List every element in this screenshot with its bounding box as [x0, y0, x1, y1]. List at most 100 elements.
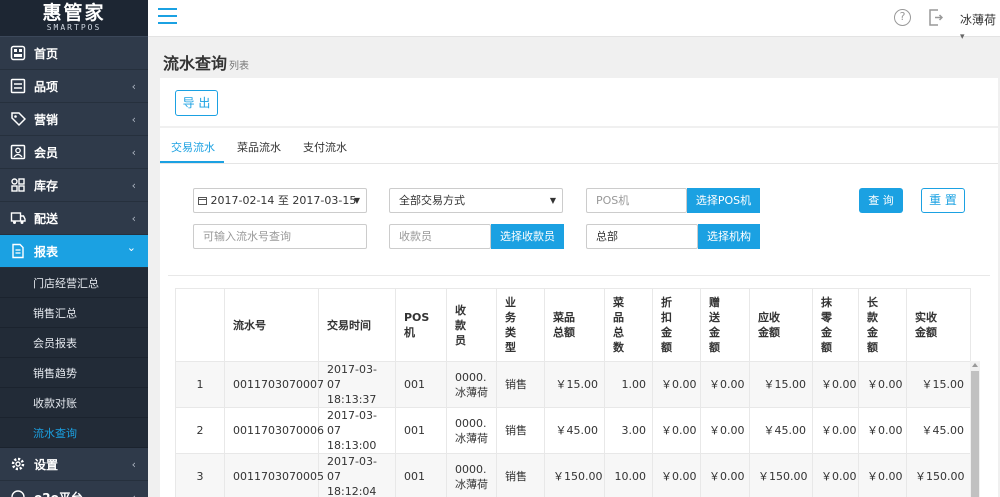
- pos-input[interactable]: POS机: [586, 188, 687, 213]
- user-menu[interactable]: 冰薄荷 ▾: [960, 11, 1000, 42]
- column-header[interactable]: 收款员: [446, 288, 497, 362]
- sidebar-item-delivery[interactable]: 配送 ‹: [0, 202, 148, 235]
- select-cashier-button[interactable]: 选择收款员: [491, 224, 564, 249]
- sidebar-item-label: o2o平台: [34, 489, 83, 497]
- chevron-left-icon: ‹: [132, 491, 136, 497]
- sidebar: 惠管家 SMARTPOS 首页 品项 ‹ 营销 ‹ 会员 ‹ 库存 ‹ 配送 ‹…: [0, 0, 148, 497]
- cell-gift: ￥0.00: [700, 453, 750, 497]
- cell-dish-count: 10.00: [604, 453, 653, 497]
- sidebar-item-label: 设置: [34, 457, 59, 472]
- table-row[interactable]: 2 0011703070006 2017-03-07 18:13:00 001 …: [175, 407, 971, 454]
- scroll-up-arrow-icon[interactable]: [972, 363, 978, 367]
- sidebar-item-home[interactable]: 首页: [0, 37, 148, 70]
- select-organization-button[interactable]: 选择机构: [698, 224, 760, 249]
- chevron-left-icon: ‹: [131, 179, 136, 192]
- organization-input[interactable]: 总部: [586, 224, 698, 249]
- column-header[interactable]: 长款金额: [858, 288, 907, 362]
- page-subtitle: 列表: [229, 61, 249, 72]
- cashier-input[interactable]: 收款员: [389, 224, 491, 249]
- sidebar-subitem-reconciliation[interactable]: 收款对账: [0, 388, 148, 418]
- flow-table-container: 流水号 交易时间 POS机 收款员 业务类型 菜品总额 菜品总数 折扣金额 赠送…: [175, 288, 984, 497]
- cell-pos: 001: [395, 407, 447, 454]
- select-pos-button[interactable]: 选择POS机: [687, 188, 760, 213]
- table-row[interactable]: 3 0011703070005 2017-03-07 18:12:04 001 …: [175, 453, 971, 497]
- user-name: 冰薄荷: [960, 13, 997, 27]
- sidebar-subitem-flow-query[interactable]: 流水查询: [0, 418, 148, 448]
- column-header[interactable]: 业务类型: [496, 288, 545, 362]
- tab-bar: 交易流水 菜品流水 支付流水: [160, 128, 998, 164]
- active-tab-indicator: [160, 161, 224, 163]
- column-header[interactable]: 应收金额: [749, 288, 813, 362]
- cell-dish-count: 3.00: [604, 407, 653, 454]
- trade-mode-select[interactable]: 全部交易方式 ▼: [389, 188, 563, 213]
- sidebar-item-label: 配送: [34, 211, 59, 226]
- cell-business-type: 销售: [496, 407, 545, 454]
- tab-payment-flow[interactable]: 支付流水: [303, 139, 347, 155]
- column-header[interactable]: 菜品总数: [604, 288, 653, 362]
- logout-icon[interactable]: [929, 9, 943, 26]
- column-header[interactable]: 实收金额: [906, 288, 971, 362]
- query-button[interactable]: 查 询: [859, 188, 903, 213]
- cell-discount: ￥0.00: [652, 407, 701, 454]
- dropdown-arrow-icon: ▼: [549, 196, 556, 205]
- export-button[interactable]: 导 出: [175, 90, 218, 116]
- sidebar-item-label: 首页: [34, 46, 59, 61]
- caret-down-icon: ▾: [960, 32, 965, 42]
- column-header[interactable]: 交易时间: [318, 288, 396, 362]
- flow-table: 流水号 交易时间 POS机 收款员 业务类型 菜品总额 菜品总数 折扣金额 赠送…: [175, 288, 971, 497]
- sidebar-item-label: 库存: [34, 178, 59, 193]
- sidebar-item-inventory[interactable]: 库存 ‹: [0, 169, 148, 202]
- brand-name: 惠管家: [42, 2, 106, 24]
- reset-button[interactable]: 重 置: [921, 188, 965, 213]
- chevron-left-icon: ‹: [131, 212, 136, 225]
- sidebar-item-label: 品项: [34, 79, 59, 94]
- sidebar-item-products[interactable]: 品项 ‹: [0, 70, 148, 103]
- main-panel: 交易流水 菜品流水 支付流水 2017-02-14 至 2017-03-15 ▼…: [160, 128, 998, 497]
- sidebar-subitem-sales-trend[interactable]: 销售趋势: [0, 358, 148, 388]
- sidebar-item-marketing[interactable]: 营销 ‹: [0, 103, 148, 136]
- trade-mode-value: 全部交易方式: [399, 194, 465, 207]
- list-icon: [10, 78, 26, 94]
- brand-logo[interactable]: 惠管家 SMARTPOS: [0, 0, 148, 37]
- row-index: 2: [175, 407, 225, 454]
- menu-toggle-icon[interactable]: [158, 8, 177, 26]
- sidebar-item-reports[interactable]: 报表 ⌄: [0, 235, 148, 268]
- sidebar-subitem-member-report[interactable]: 会员报表: [0, 328, 148, 358]
- sidebar-item-members[interactable]: 会员 ‹: [0, 136, 148, 169]
- table-row[interactable]: 1 0011703070007 2017-03-07 18:13:37 001 …: [175, 361, 971, 408]
- date-range-value: 2017-02-14 至 2017-03-15: [210, 194, 357, 207]
- cell-serial: 0011703070006: [224, 407, 324, 454]
- cell-time: 2017-03-07 18:13:00: [318, 407, 396, 454]
- column-header[interactable]: 菜品总额: [544, 288, 605, 362]
- cell-receivable: ￥150.00: [749, 453, 813, 497]
- table-scrollbar[interactable]: [970, 361, 980, 497]
- chevron-left-icon: ‹: [131, 458, 136, 471]
- help-icon[interactable]: ?: [894, 9, 911, 26]
- sidebar-item-settings[interactable]: 设置 ‹: [0, 448, 148, 481]
- cell-cashier: 0000.冰薄荷: [446, 407, 497, 454]
- tab-transaction-flow[interactable]: 交易流水: [171, 139, 215, 155]
- tab-dish-flow[interactable]: 菜品流水: [237, 139, 281, 155]
- cell-overpay: ￥0.00: [858, 361, 907, 408]
- serial-number-input[interactable]: 可输入流水号查询: [193, 224, 367, 249]
- cell-received: ￥15.00: [906, 361, 971, 408]
- column-header[interactable]: 抹零金额: [812, 288, 859, 362]
- column-header[interactable]: POS机: [395, 288, 447, 362]
- cell-cashier: 0000.冰薄荷: [446, 453, 497, 497]
- date-range-picker[interactable]: 2017-02-14 至 2017-03-15 ▼: [193, 188, 367, 213]
- cell-serial: 0011703070007: [224, 361, 324, 408]
- sidebar-item-o2o[interactable]: o2o平台 ‹: [0, 481, 148, 497]
- cell-cashier: 0000.冰薄荷: [446, 361, 497, 408]
- column-header[interactable]: 折扣金额: [652, 288, 701, 362]
- brand-sub: SMARTPOS: [46, 23, 102, 32]
- column-header: [175, 288, 225, 362]
- table-header-row: 流水号 交易时间 POS机 收款员 业务类型 菜品总额 菜品总数 折扣金额 赠送…: [175, 288, 971, 362]
- scrollbar-thumb[interactable]: [971, 371, 979, 497]
- platform-icon: [11, 490, 25, 497]
- sidebar-subitem-store-summary[interactable]: 门店经营汇总: [0, 268, 148, 298]
- column-header[interactable]: 流水号: [224, 288, 319, 362]
- cell-rounding: ￥0.00: [812, 361, 859, 408]
- cell-dish-count: 1.00: [604, 361, 653, 408]
- sidebar-subitem-sales-summary[interactable]: 销售汇总: [0, 298, 148, 328]
- column-header[interactable]: 赠送金额: [700, 288, 750, 362]
